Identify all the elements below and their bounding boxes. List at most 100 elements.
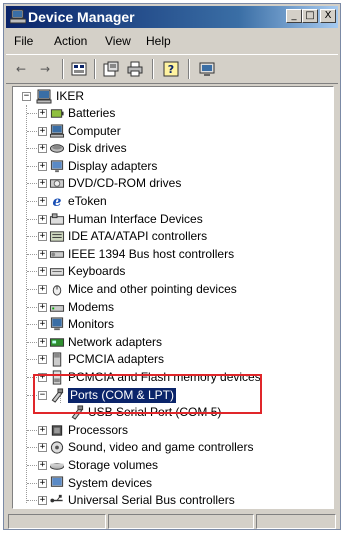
device-manager-window: Device Manager _ □ X File Action View He…: [3, 3, 341, 530]
expand-icon[interactable]: +: [38, 443, 47, 453]
tree-connector: [27, 465, 37, 466]
status-pane: [8, 514, 106, 529]
tree-category-item[interactable]: + e eToken: [13, 193, 333, 210]
processor-icon: [51, 425, 63, 436]
expand-icon[interactable]: +: [38, 496, 47, 506]
tree-connector: [27, 201, 37, 202]
disk-drive-icon: [49, 144, 65, 153]
tree-category-item[interactable]: + Sound, video and game controllers: [13, 439, 333, 456]
expand-icon[interactable]: +: [38, 109, 47, 118]
tree-connector: [27, 341, 37, 343]
tree-item-label: Disk drives: [68, 141, 127, 156]
tree-category-item[interactable]: + Disk drives: [13, 140, 333, 157]
maximize-button[interactable]: □: [302, 9, 318, 23]
tree-item-label: Keyboards: [68, 264, 126, 279]
tree-item-label: System devices: [68, 475, 153, 490]
tree-connector: [27, 271, 37, 273]
expand-icon[interactable]: +: [38, 144, 47, 154]
tree-category-item[interactable]: + DVD/CD-ROM drives: [13, 175, 333, 192]
hid-icon: [49, 213, 65, 225]
tree-category-item[interactable]: + Human Interface Devices: [13, 211, 333, 228]
computer-icon: [36, 89, 52, 104]
status-pane: [108, 514, 254, 529]
toolbar-separator: [94, 59, 96, 79]
tree-category-item[interactable]: + Universal Serial Bus controllers: [13, 492, 333, 508]
expand-icon[interactable]: +: [38, 161, 47, 171]
tree-connector: [27, 253, 37, 255]
keyboard-icon: [49, 268, 65, 277]
ieee1394-icon: [49, 251, 65, 258]
view-icon[interactable]: [70, 60, 88, 78]
forward-icon[interactable]: →: [36, 60, 54, 78]
modem-icon: [49, 304, 65, 312]
pcmcia-icon: [52, 352, 62, 367]
tree-category-item[interactable]: + IDE ATA/ATAPI controllers: [13, 228, 333, 245]
tree-connector: [27, 218, 37, 220]
tree-category-item[interactable]: + Mice and other pointing devices: [13, 281, 333, 298]
tree-item-label: Network adapters: [68, 334, 163, 349]
tree-category-item[interactable]: + Keyboards: [13, 263, 333, 280]
expand-icon[interactable]: +: [38, 461, 47, 470]
expand-icon[interactable]: +: [38, 267, 47, 277]
tree-connector: [27, 165, 37, 167]
help-icon[interactable]: ?: [162, 60, 180, 78]
monitor-icon[interactable]: [198, 60, 216, 78]
tree-item-label: Batteries: [68, 106, 116, 120]
tree-category-item[interactable]: + PCMCIA adapters: [13, 351, 333, 368]
print-icon[interactable]: [126, 60, 144, 78]
tree-item-label: Mice and other pointing devices: [68, 282, 237, 296]
expand-icon[interactable]: +: [38, 337, 47, 347]
tree-category-item[interactable]: + Processors: [13, 422, 333, 439]
mouse-icon: [52, 285, 62, 296]
expand-icon[interactable]: +: [38, 197, 47, 206]
tree-item-label: DVD/CD-ROM drives: [68, 176, 182, 191]
expand-icon[interactable]: +: [38, 425, 47, 435]
tree-connector: [27, 429, 37, 431]
tree-item-label: Modems: [68, 299, 115, 314]
properties-icon[interactable]: [102, 60, 120, 78]
menu-file[interactable]: File: [14, 34, 33, 48]
tree-connector: [27, 482, 37, 484]
tree-connector: [27, 183, 37, 185]
tree-category-item[interactable]: + System devices: [13, 475, 333, 492]
menu-help[interactable]: Help: [146, 34, 171, 48]
title-bar[interactable]: Device Manager _ □ X: [6, 6, 338, 28]
tree-root[interactable]: − IKER: [13, 88, 333, 105]
svg-text:?: ?: [168, 63, 174, 76]
expand-icon[interactable]: +: [38, 285, 47, 294]
expand-icon[interactable]: +: [38, 355, 47, 365]
expand-icon[interactable]: +: [38, 478, 47, 488]
menu-action[interactable]: Action: [54, 34, 87, 48]
minimize-button[interactable]: _: [286, 9, 302, 23]
close-button[interactable]: X: [320, 9, 336, 23]
tree-category-item[interactable]: + Monitors: [13, 316, 333, 333]
tree-category-item[interactable]: + IEEE 1394 Bus host controllers: [13, 246, 333, 263]
collapse-icon[interactable]: −: [22, 92, 31, 101]
expand-icon[interactable]: +: [38, 126, 47, 136]
tree-category-item[interactable]: + Display adapters: [13, 158, 333, 175]
tree-connector: [27, 306, 37, 308]
network-adapter-icon: [49, 338, 65, 347]
tree-item-label: Display adapters: [68, 158, 158, 173]
tree-category-item[interactable]: + Modems: [13, 299, 333, 316]
tree-connector: [27, 130, 37, 132]
expand-icon[interactable]: +: [38, 320, 47, 330]
tree-category-item[interactable]: + Network adapters: [13, 334, 333, 351]
back-icon[interactable]: ←: [12, 60, 30, 78]
expand-icon[interactable]: +: [38, 179, 47, 189]
expand-icon[interactable]: +: [38, 232, 47, 242]
expand-icon[interactable]: +: [38, 249, 47, 259]
expand-icon[interactable]: +: [38, 214, 47, 224]
menu-view[interactable]: View: [105, 34, 131, 48]
status-bar: [6, 512, 338, 529]
tree-item-label: Sound, video and game controllers: [68, 440, 254, 455]
device-tree[interactable]: − IKER + Batteries + Computer + Disk drives + D…: [12, 86, 334, 509]
tree-category-item[interactable]: + Computer: [13, 123, 333, 140]
status-pane: [256, 514, 336, 529]
tree-connector: [27, 500, 37, 502]
tree-category-item[interactable]: + Batteries: [13, 105, 333, 122]
tree-category-item[interactable]: + Storage volumes: [13, 457, 333, 474]
dvd-drive-icon: [49, 179, 65, 189]
tree-item-label: eToken: [68, 194, 107, 208]
expand-icon[interactable]: +: [38, 302, 47, 312]
